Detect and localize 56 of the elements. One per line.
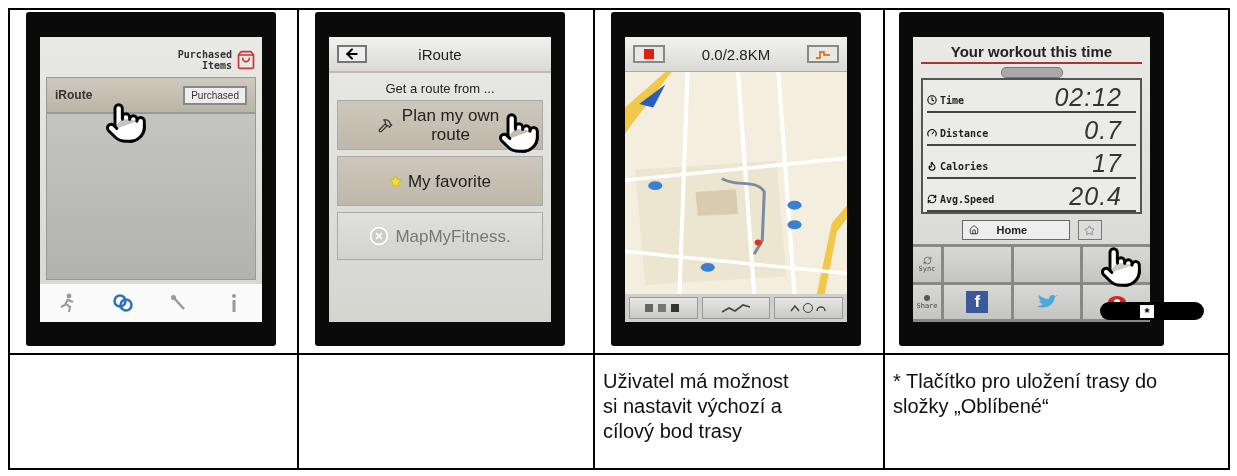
stat-value: 0.7 bbox=[1084, 116, 1123, 144]
caption: Uživatel má možnost si nastavit výchozí a cílový bod trasy bbox=[603, 369, 790, 444]
route-option-button[interactable]: Plan my own route bbox=[337, 100, 543, 150]
grid-tile bbox=[944, 247, 1011, 282]
stat-icon bbox=[927, 194, 937, 204]
home-icon bbox=[968, 225, 979, 235]
product-name: iRoute bbox=[55, 88, 93, 102]
back-button[interactable] bbox=[337, 45, 367, 63]
stat-icon bbox=[927, 95, 937, 105]
hand-pointer-icon bbox=[497, 111, 541, 155]
stat-value: 02:12 bbox=[1054, 83, 1123, 111]
hand-pointer-icon bbox=[1099, 245, 1143, 289]
route-button[interactable] bbox=[701, 297, 771, 319]
star-icon bbox=[388, 174, 402, 188]
stat-label: Distance bbox=[940, 128, 989, 141]
stat-icon bbox=[927, 128, 937, 138]
favorite-button[interactable] bbox=[1077, 220, 1102, 240]
grid-tile bbox=[1013, 247, 1081, 282]
stat-label: Time bbox=[940, 95, 965, 108]
date-badge bbox=[1000, 67, 1063, 78]
map-tools-button[interactable] bbox=[629, 297, 698, 319]
wrench-icon bbox=[169, 294, 188, 312]
zigzag-line-icon bbox=[721, 302, 751, 314]
screen-title: iRoute bbox=[417, 45, 463, 63]
subtitle: Get a route from ... bbox=[384, 80, 496, 98]
stat-label: Avg.Speed bbox=[940, 194, 995, 207]
rings-icon bbox=[112, 293, 135, 313]
info-icon bbox=[230, 293, 239, 313]
hammer-icon bbox=[377, 117, 393, 133]
dot-icon bbox=[923, 293, 931, 302]
star-icon bbox=[1084, 224, 1095, 236]
purchased-items-label: Purchased Items bbox=[176, 49, 232, 71]
stat-icon bbox=[927, 161, 937, 171]
arrow-left-icon bbox=[344, 46, 360, 62]
asterisk-label: * bbox=[1140, 304, 1154, 318]
x-circle-icon bbox=[369, 226, 390, 246]
bird-icon bbox=[1036, 293, 1058, 310]
step-line-icon bbox=[816, 49, 830, 59]
navigation-button[interactable] bbox=[774, 297, 843, 319]
chart-button[interactable] bbox=[807, 45, 839, 63]
screen-title: Your workout this time bbox=[921, 43, 1142, 64]
distance-readout: 0.0/2.8KM bbox=[701, 45, 771, 63]
purchased-button[interactable]: Purchased bbox=[183, 85, 247, 105]
stat-value: 17 bbox=[1092, 149, 1123, 177]
shopping-bag-icon bbox=[236, 50, 256, 70]
hand-pointer-icon bbox=[104, 101, 148, 145]
home-button[interactable]: Home bbox=[961, 220, 1070, 240]
square-icon bbox=[644, 49, 654, 59]
stat-label: Calories bbox=[940, 161, 989, 174]
route-option-button[interactable]: My favorite bbox=[337, 156, 543, 206]
caption: * Tlačítko pro uložení trasy do složky „Oblíbené“ bbox=[893, 369, 1158, 419]
facebook-button[interactable]: f bbox=[966, 290, 989, 313]
refresh-icon bbox=[922, 255, 932, 265]
stat-value: 20.4 bbox=[1069, 182, 1123, 210]
stop-button[interactable] bbox=[633, 45, 665, 63]
navigation-controls-icon bbox=[788, 302, 829, 314]
